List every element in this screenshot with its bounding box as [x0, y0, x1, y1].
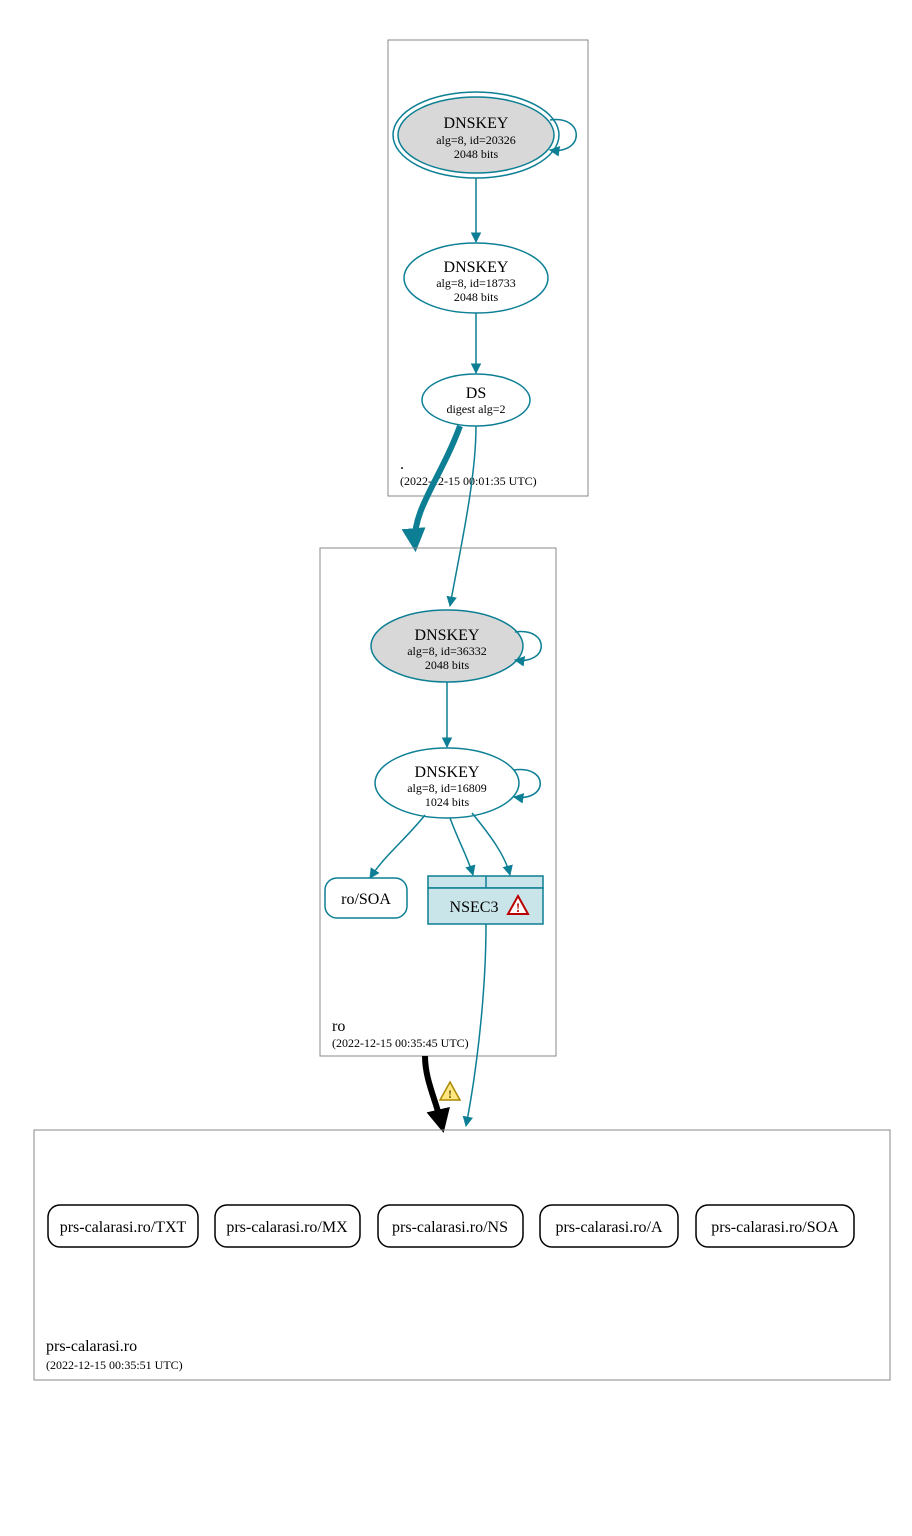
- dnskey-root-zsk[interactable]: DNSKEY alg=8, id=18733 2048 bits: [404, 243, 548, 313]
- svg-text:prs-calarasi.ro/TXT: prs-calarasi.ro/TXT: [60, 1219, 187, 1236]
- zone-leaf-label: prs-calarasi.ro: [46, 1338, 137, 1355]
- svg-text:1024 bits: 1024 bits: [425, 795, 470, 809]
- svg-text:prs-calarasi.ro/MX: prs-calarasi.ro/MX: [226, 1219, 348, 1236]
- dnskey-root-ksk[interactable]: DNSKEY alg=8, id=20326 2048 bits: [393, 92, 559, 178]
- zone-root-timestamp: (2022-12-15 00:01:35 UTC): [400, 474, 537, 488]
- edge-zone-ro-to-leaf: [425, 1056, 442, 1126]
- zone-ro-label: ro: [332, 1018, 345, 1035]
- zone-leaf-box: [34, 1130, 890, 1380]
- dnskey-ro-zsk[interactable]: DNSKEY alg=8, id=16809 1024 bits: [375, 748, 519, 818]
- svg-text:prs-calarasi.ro/SOA: prs-calarasi.ro/SOA: [711, 1219, 839, 1236]
- svg-text:DNSKEY: DNSKEY: [444, 259, 509, 276]
- zone-ro-timestamp: (2022-12-15 00:35:45 UTC): [332, 1036, 469, 1050]
- svg-text:prs-calarasi.ro/A: prs-calarasi.ro/A: [555, 1219, 663, 1236]
- svg-text:alg=8, id=18733: alg=8, id=18733: [436, 276, 516, 290]
- svg-text:2048 bits: 2048 bits: [454, 290, 499, 304]
- edge-ro-zsk-nsec3-a: [450, 818, 473, 875]
- leaf-record-mx[interactable]: prs-calarasi.ro/MX: [215, 1205, 360, 1247]
- svg-text:!: !: [448, 1087, 452, 1101]
- edge-ro-zsk-nsec3-b: [472, 813, 510, 875]
- svg-text:DS: DS: [466, 385, 486, 402]
- svg-text:2048 bits: 2048 bits: [454, 147, 499, 161]
- edge-ds-to-ro-ksk: [450, 426, 476, 606]
- warning-icon-yellow: !: [440, 1082, 460, 1101]
- dnskey-ro-ksk[interactable]: DNSKEY alg=8, id=36332 2048 bits: [371, 610, 523, 682]
- ds-root[interactable]: DS digest alg=2: [422, 374, 530, 426]
- edge-ro-zsk-soa: [370, 815, 425, 878]
- svg-text:2048 bits: 2048 bits: [425, 658, 470, 672]
- zone-leaf-timestamp: (2022-12-15 00:35:51 UTC): [46, 1358, 183, 1372]
- leaf-record-ns[interactable]: prs-calarasi.ro/NS: [378, 1205, 523, 1247]
- svg-text:prs-calarasi.ro/NS: prs-calarasi.ro/NS: [392, 1219, 508, 1236]
- dnssec-graph: . (2022-12-15 00:01:35 UTC) DNSKEY alg=8…: [20, 20, 912, 1516]
- svg-text:DNSKEY: DNSKEY: [444, 115, 509, 132]
- edge-nsec3-to-leaf: [466, 924, 486, 1126]
- zone-root-label: .: [400, 456, 404, 473]
- svg-text:!: !: [516, 900, 520, 915]
- svg-text:ro/SOA: ro/SOA: [341, 891, 391, 908]
- svg-text:DNSKEY: DNSKEY: [415, 764, 480, 781]
- leaf-record-txt[interactable]: prs-calarasi.ro/TXT: [48, 1205, 198, 1247]
- svg-text:digest alg=2: digest alg=2: [446, 402, 505, 416]
- svg-text:DNSKEY: DNSKEY: [415, 627, 480, 644]
- ro-soa-node[interactable]: ro/SOA: [325, 878, 407, 918]
- leaf-record-soa[interactable]: prs-calarasi.ro/SOA: [696, 1205, 854, 1247]
- svg-text:NSEC3: NSEC3: [450, 899, 499, 916]
- svg-text:alg=8, id=20326: alg=8, id=20326: [436, 133, 516, 147]
- leaf-record-a[interactable]: prs-calarasi.ro/A: [540, 1205, 678, 1247]
- svg-text:alg=8, id=16809: alg=8, id=16809: [407, 781, 487, 795]
- nsec3-node[interactable]: NSEC3 !: [428, 876, 543, 924]
- svg-text:alg=8, id=36332: alg=8, id=36332: [407, 644, 487, 658]
